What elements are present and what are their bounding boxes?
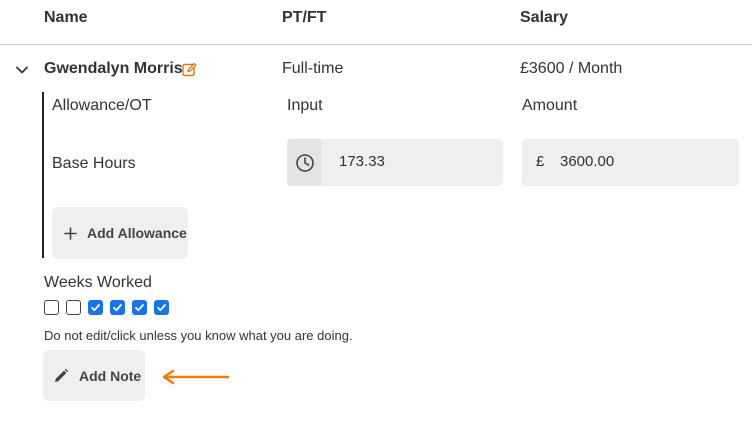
chevron-down-icon[interactable]	[14, 62, 30, 78]
week-1-checkbox[interactable]	[44, 300, 59, 315]
column-header-name: Name	[44, 9, 88, 26]
column-header-salary: Salary	[520, 9, 569, 26]
base-amount-value: 3600.00	[560, 153, 615, 170]
employee-name: Gwendalyn Morris	[44, 60, 183, 77]
check-icon	[135, 304, 144, 312]
allowance-header-amount: Amount	[522, 97, 578, 114]
weeks-worked-checkboxes	[44, 300, 169, 315]
check-icon	[91, 304, 100, 312]
week-2-checkbox[interactable]	[66, 300, 81, 315]
currency-symbol: £	[536, 153, 545, 170]
check-icon	[113, 304, 122, 312]
arrow-left-icon	[160, 368, 232, 391]
pencil-icon	[53, 368, 69, 384]
edit-icon[interactable]	[182, 62, 197, 77]
week-4-checkbox[interactable]	[110, 300, 125, 315]
week-6-checkbox[interactable]	[154, 300, 169, 315]
section-divider	[42, 92, 44, 258]
base-hours-label: Base Hours	[52, 155, 136, 172]
add-allowance-button[interactable]: Add Allowance	[52, 207, 188, 259]
clock-icon	[287, 139, 323, 186]
employee-type: Full-time	[282, 60, 344, 77]
allowance-header-input: Input	[287, 97, 323, 114]
weeks-worked-label: Weeks Worked	[44, 274, 152, 291]
base-hours-input[interactable]: 173.33	[287, 139, 503, 186]
table-header: Name PT/FT Salary	[0, 0, 752, 45]
base-amount-input[interactable]: £ 3600.00	[522, 139, 739, 186]
employee-salary: £3600 / Month	[520, 60, 623, 77]
check-icon	[157, 304, 166, 312]
base-hours-value: 173.33	[339, 153, 385, 170]
plus-icon	[64, 226, 77, 240]
week-5-checkbox[interactable]	[132, 300, 147, 315]
allowance-header-label: Allowance/OT	[52, 97, 152, 114]
add-allowance-label: Add Allowance	[87, 225, 187, 241]
week-3-checkbox[interactable]	[88, 300, 103, 315]
warning-text: Do not edit/click unless you know what y…	[44, 328, 353, 343]
column-header-pt-ft: PT/FT	[282, 9, 327, 26]
add-note-label: Add Note	[79, 367, 142, 384]
add-note-button[interactable]: Add Note	[43, 350, 145, 401]
